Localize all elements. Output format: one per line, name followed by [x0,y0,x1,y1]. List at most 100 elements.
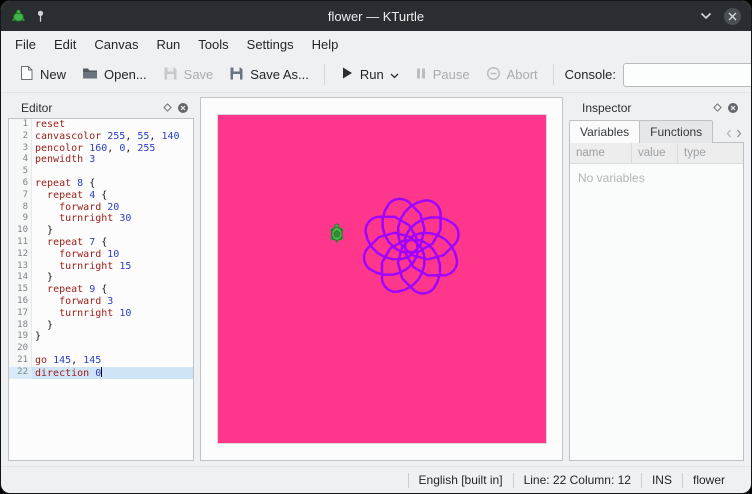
inspector-float-icon[interactable] [709,100,725,116]
code-text: repeat 4 { [32,190,193,202]
inspector-close-icon[interactable] [725,100,741,116]
line-number: 8 [9,202,32,214]
save-as-button[interactable]: Save As... [221,61,317,89]
close-icon[interactable] [724,8,741,25]
code-text: pencolor 160, 0, 255 [32,143,193,155]
editor-line[interactable]: 17 turnright 10 [9,308,193,320]
line-number: 18 [9,320,32,332]
code-text: forward 10 [32,249,193,261]
variables-panel: name value type No variables [569,142,744,461]
line-number: 14 [9,272,32,284]
editor-line[interactable]: 15 repeat 9 { [9,284,193,296]
editor-line[interactable]: 7 repeat 4 { [9,190,193,202]
editor-line[interactable]: 20 [9,343,193,355]
tab-variables[interactable]: Variables [569,120,640,143]
line-number: 5 [9,166,32,178]
menu-help[interactable]: Help [303,34,348,55]
toolbar-separator [553,64,554,85]
editor-line[interactable]: 16 forward 3 [9,296,193,308]
editor-line[interactable]: 10 } [9,225,193,237]
kturtle-app-icon[interactable] [11,9,26,24]
title-bar[interactable]: flower — KTurtle [1,1,751,31]
code-text: go 145, 145 [32,355,193,367]
code-text: turnright 15 [32,261,193,273]
code-text: repeat 8 { [32,178,193,190]
editor-line[interactable]: 21go 145, 145 [9,355,193,367]
line-number: 16 [9,296,32,308]
tab-functions[interactable]: Functions [639,120,713,143]
save-as-floppy-icon [229,66,244,84]
open-button[interactable]: Open... [74,61,155,88]
editor-line[interactable]: 13 turnright 15 [9,261,193,273]
run-dropdown-chevron-icon[interactable] [390,67,399,82]
line-number: 1 [9,119,32,131]
line-number: 7 [9,190,32,202]
column-header-value[interactable]: value [632,143,678,163]
pause-icon [415,67,427,83]
editor-dock-title: Editor [21,101,52,115]
run-button[interactable]: Run [332,61,407,88]
save-button[interactable]: Save [155,61,222,89]
editor-line[interactable]: 14 } [9,272,193,284]
canvas-pane[interactable] [200,97,563,461]
code-text: forward 3 [32,296,193,308]
inspector-dock-header[interactable]: Inspector [569,97,744,118]
editor-line[interactable]: 12 forward 10 [9,249,193,261]
editor-dock-header[interactable]: Editor [8,97,194,118]
line-number: 12 [9,249,32,261]
column-header-name[interactable]: name [570,143,632,163]
editor-line[interactable]: 11 repeat 7 { [9,237,193,249]
editor-line[interactable]: 19} [9,331,193,343]
code-text [32,343,193,355]
editor-float-icon[interactable] [159,100,175,116]
menu-run[interactable]: Run [147,34,189,55]
console-input[interactable] [624,66,752,84]
menu-bar: File Edit Canvas Run Tools Settings Help [1,31,751,57]
editor-line[interactable]: 9 turnright 30 [9,213,193,225]
editor-line[interactable]: 4penwidth 3 [9,154,193,166]
editor-code-area[interactable]: 1reset2canvascolor 255, 55, 1403pencolor… [8,118,194,461]
code-text: } [32,272,193,284]
shade-chevron-icon[interactable] [700,12,712,20]
line-number: 10 [9,225,32,237]
line-number: 15 [9,284,32,296]
pause-button[interactable]: Pause [407,62,478,88]
code-text: repeat 9 { [32,284,193,296]
turtle-canvas [218,115,546,443]
menu-tools[interactable]: Tools [189,34,237,55]
line-number: 3 [9,143,32,155]
pin-icon[interactable] [35,10,46,23]
line-number: 6 [9,178,32,190]
menu-file[interactable]: File [6,34,45,55]
inspector-dock: Inspector Variables Functions [569,97,744,461]
editor-line[interactable]: 6repeat 8 { [9,178,193,190]
menu-edit[interactable]: Edit [45,34,85,55]
tab-scroll-right-icon[interactable] [736,129,742,138]
editor-line[interactable]: 2canvascolor 255, 55, 140 [9,131,193,143]
abort-button[interactable]: Abort [478,61,546,89]
menu-settings[interactable]: Settings [238,34,303,55]
editor-line[interactable]: 3pencolor 160, 0, 255 [9,143,193,155]
tab-scroll-left-icon[interactable] [726,129,732,138]
status-bar: English [built in] Line: 22 Column: 12 I… [1,466,751,493]
editor-line[interactable]: 5 [9,166,193,178]
save-floppy-icon [163,66,178,84]
window-title: flower — KTurtle [1,9,751,24]
editor-line[interactable]: 22direction 0 [9,367,193,379]
inspector-dock-title: Inspector [582,101,631,115]
inspector-view: Variables Functions name value [569,118,744,461]
column-header-type[interactable]: type [678,143,743,163]
editor-line[interactable]: 1reset [9,119,193,131]
variables-table-header: name value type [570,143,743,164]
abort-icon [486,66,501,84]
menu-canvas[interactable]: Canvas [85,34,147,55]
code-text [32,166,193,178]
new-button[interactable]: New [11,60,74,89]
code-text: } [32,320,193,332]
editor-line[interactable]: 8 forward 20 [9,202,193,214]
kturtle-window: flower — KTurtle File Edit Canvas Run To… [0,0,752,494]
editor-line[interactable]: 18 } [9,320,193,332]
editor-close-icon[interactable] [175,100,191,116]
console-combobox[interactable] [623,63,752,87]
code-text: penwidth 3 [32,154,193,166]
